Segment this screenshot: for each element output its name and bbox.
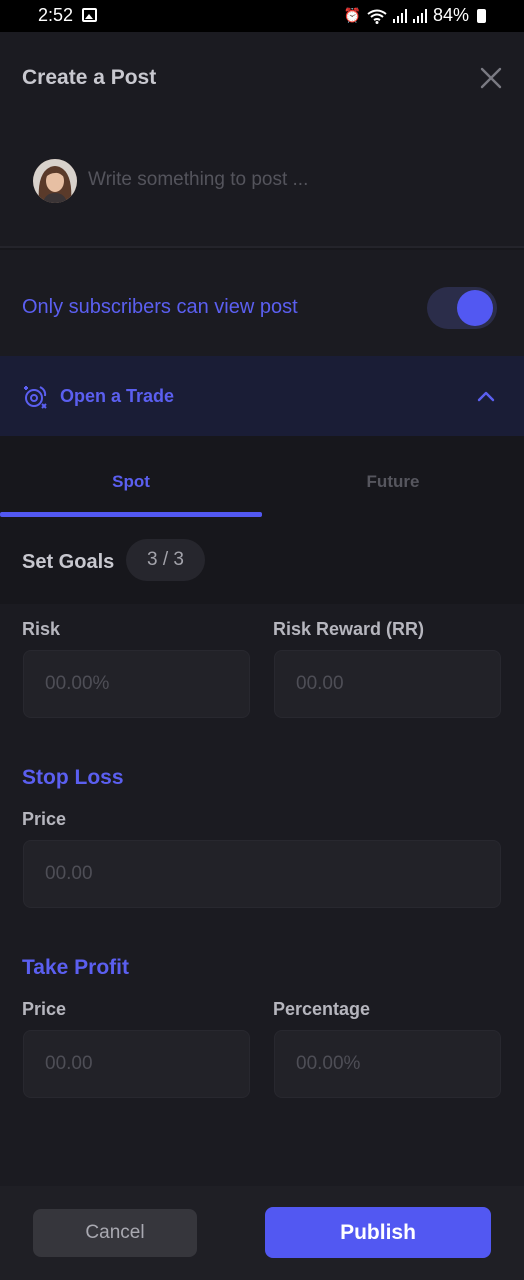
take-profit-price-label: Price: [22, 999, 67, 1019]
goals-form: Risk Risk Reward (RR) Stop Loss Price Ta…: [0, 604, 524, 1186]
alarm-icon: ⏰: [343, 7, 361, 23]
chevron-up-icon[interactable]: [474, 385, 498, 409]
risk-reward-label: Risk Reward (RR): [273, 619, 425, 639]
battery-percent: 84%: [432, 5, 469, 25]
risk-input[interactable]: [23, 650, 250, 718]
page-title: Create a Post: [22, 66, 157, 89]
take-profit-percentage-label: Percentage: [273, 999, 371, 1019]
take-profit-title: Take Profit: [22, 956, 129, 979]
subscribers-only-label: Only subscribers can view post: [22, 296, 298, 318]
open-trade-section[interactable]: Open a Trade: [0, 356, 524, 436]
tab-future[interactable]: Future: [262, 436, 524, 520]
status-indicators: ⏰ 84%: [344, 5, 486, 26]
goals-count-badge: 3 / 3: [126, 539, 205, 581]
stop-loss-price-input[interactable]: [23, 840, 501, 908]
risk-label: Risk: [22, 619, 61, 639]
avatar: [33, 159, 77, 203]
tab-spot[interactable]: Spot: [0, 436, 262, 520]
toggle-knob: [457, 290, 493, 326]
stop-loss-title: Stop Loss: [22, 766, 124, 789]
image-icon: [82, 8, 97, 22]
subscribers-only-toggle[interactable]: [427, 287, 497, 329]
post-input[interactable]: [88, 164, 488, 196]
publish-button[interactable]: Publish: [265, 1207, 491, 1258]
subscribers-only-row: Only subscribers can view post: [0, 250, 524, 356]
close-icon[interactable]: [479, 66, 503, 90]
take-profit-percentage-input[interactable]: [274, 1030, 501, 1098]
action-footer: Cancel Publish: [0, 1186, 524, 1280]
signal-icon: [412, 8, 427, 23]
signal-icon: [392, 8, 407, 23]
target-icon: [24, 386, 47, 409]
modal-header: Create a Post: [0, 32, 524, 124]
wifi-icon: [367, 9, 387, 24]
active-tab-indicator: [0, 512, 262, 517]
set-goals-row: Set Goals 3 / 3: [0, 520, 524, 604]
battery-icon: [477, 8, 486, 23]
take-profit-price-input[interactable]: [23, 1030, 250, 1098]
status-time: 2:52: [38, 5, 74, 25]
set-goals-label: Set Goals: [22, 551, 115, 573]
open-trade-label: Open a Trade: [60, 386, 175, 406]
post-composer: [0, 124, 524, 248]
cancel-button[interactable]: Cancel: [33, 1209, 197, 1257]
risk-reward-input[interactable]: [274, 650, 501, 718]
stop-loss-price-label: Price: [22, 809, 67, 829]
status-bar: 2:52 ⏰ 84%: [0, 0, 524, 32]
trade-type-tabs: Spot Future: [0, 436, 524, 520]
